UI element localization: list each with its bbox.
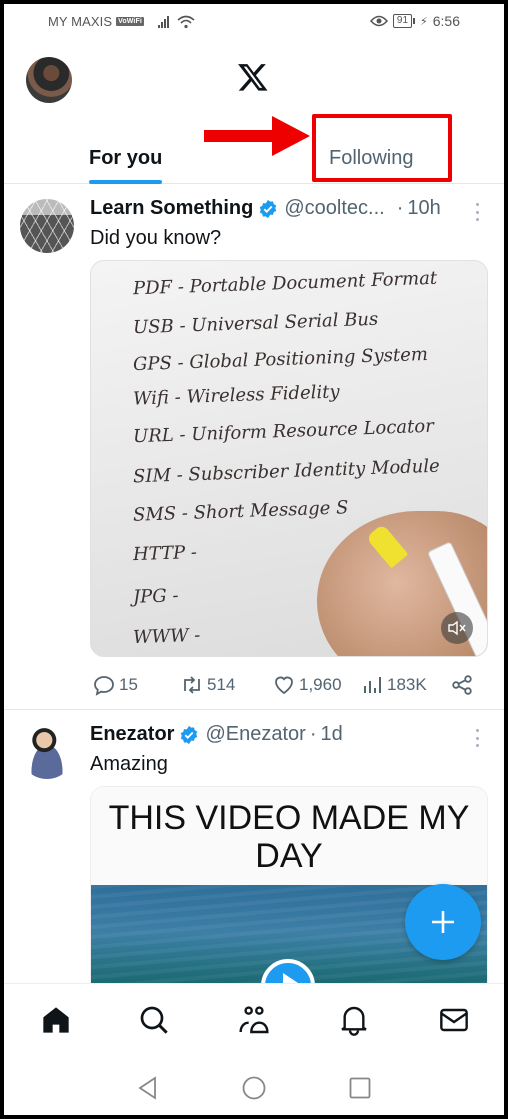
handwritten-line: USB - Universal Serial Bus (132, 308, 379, 339)
tab-for-you[interactable]: For you (89, 132, 163, 184)
signal-icon (157, 15, 169, 28)
tweet-header: Learn Something @cooltec... · 10h (90, 197, 441, 220)
tweet-time: 10h (407, 197, 441, 219)
tab-for-you-label: For you (89, 146, 163, 169)
tweet-header: Enezator @Enezator · 1d (90, 723, 343, 746)
more-options-icon[interactable] (476, 203, 480, 221)
annotation-highlight-box (312, 114, 452, 182)
handwritten-line: GPS - Global Positioning System (132, 343, 429, 376)
active-tab-indicator (89, 180, 163, 184)
carrier-name: MY MAXIS (48, 14, 113, 29)
battery-indicator: 91 (392, 14, 416, 28)
handwritten-line: HTTP - (132, 541, 198, 566)
recents-icon[interactable] (348, 1076, 372, 1100)
views-icon (364, 677, 381, 693)
tweet-time: 1d (320, 723, 343, 745)
x-logo-icon (238, 64, 268, 91)
status-bar: MY MAXIS VoWiFi 91 ⚡ 6:56 (4, 4, 504, 44)
handwritten-line: PDF - Portable Document Format (132, 267, 438, 300)
view-count: 183K (387, 675, 427, 694)
charging-icon: ⚡ (420, 15, 428, 28)
compose-button[interactable] (405, 884, 481, 960)
nav-search[interactable] (138, 1004, 170, 1036)
handwritten-line: SIM - Subscriber Identity Module (132, 455, 441, 488)
heart-icon (275, 676, 293, 695)
tweet-video[interactable]: PDF - Portable Document Format USB - Uni… (90, 260, 488, 657)
vowifi-badge: VoWiFi (116, 17, 144, 26)
annotation-arrow-icon (204, 116, 310, 156)
back-icon[interactable] (136, 1076, 160, 1100)
author-avatar[interactable] (20, 725, 74, 779)
verified-badge-icon (260, 199, 277, 218)
handwritten-line: URL - Uniform Resource Locator (132, 415, 435, 448)
tweet-actions: 15 514 1,960 183K (92, 670, 492, 700)
video-caption: THIS VIDEO MADE MY DAY (108, 799, 470, 875)
verified-badge-icon (181, 725, 198, 744)
nav-notifications[interactable] (338, 1004, 370, 1036)
handwritten-line: JPG - (132, 585, 179, 608)
profile-avatar[interactable] (26, 57, 72, 103)
like-count: 1,960 (299, 675, 342, 694)
more-options-icon[interactable] (476, 729, 480, 747)
handwritten-line: WWW - (132, 624, 201, 649)
communities-icon (239, 1006, 269, 1034)
repost-button[interactable]: 514 (180, 670, 235, 700)
reply-count: 15 (119, 675, 138, 694)
search-icon (140, 1006, 168, 1034)
bell-icon (341, 1006, 367, 1036)
tweet-text: Amazing (90, 753, 168, 775)
home-icon (43, 1007, 69, 1033)
author-handle: @cooltec... (284, 197, 385, 219)
header: For you Following (4, 44, 504, 184)
mail-icon (440, 1008, 468, 1032)
mute-toggle-button[interactable] (441, 612, 473, 644)
reply-button[interactable]: 15 (92, 670, 138, 700)
reply-icon (94, 676, 114, 696)
author-name[interactable]: Enezator (90, 723, 174, 746)
screen: MY MAXIS VoWiFi 91 ⚡ 6:56 For you Follow… (4, 4, 504, 1115)
nav-communities[interactable] (238, 1004, 270, 1036)
speaker-muted-icon (448, 620, 466, 636)
share-icon (452, 675, 472, 695)
handwritten-line: SMS - Short Message S (132, 497, 349, 526)
plus-icon (432, 911, 454, 933)
tweet[interactable]: Learn Something @cooltec... · 10h Did yo… (4, 185, 504, 710)
repost-count: 514 (207, 675, 236, 694)
share-button[interactable] (450, 670, 474, 700)
status-right: 91 ⚡ 6:56 (369, 13, 460, 29)
repost-icon (184, 676, 200, 694)
wifi-icon (177, 15, 195, 28)
nav-messages[interactable] (438, 1004, 470, 1036)
like-button[interactable]: 1,960 (272, 670, 342, 700)
clock: 6:56 (432, 13, 460, 29)
nav-home[interactable] (40, 1004, 72, 1036)
separator: · (309, 723, 317, 745)
bottom-navigation (4, 983, 504, 1053)
handwritten-line: Wifi - Wireless Fidelity (132, 381, 340, 410)
carrier-info: MY MAXIS VoWiFi (48, 14, 195, 29)
home-circle-icon[interactable] (242, 1076, 266, 1100)
separator: · (396, 197, 404, 219)
author-avatar[interactable] (20, 199, 74, 253)
eye-icon (369, 15, 388, 27)
system-navigation-bar (4, 1054, 504, 1115)
author-name[interactable]: Learn Something (90, 197, 253, 220)
author-handle: @Enezator (205, 723, 306, 745)
tweet-text: Did you know? (90, 227, 222, 249)
views-button[interactable]: 183K (360, 670, 427, 700)
